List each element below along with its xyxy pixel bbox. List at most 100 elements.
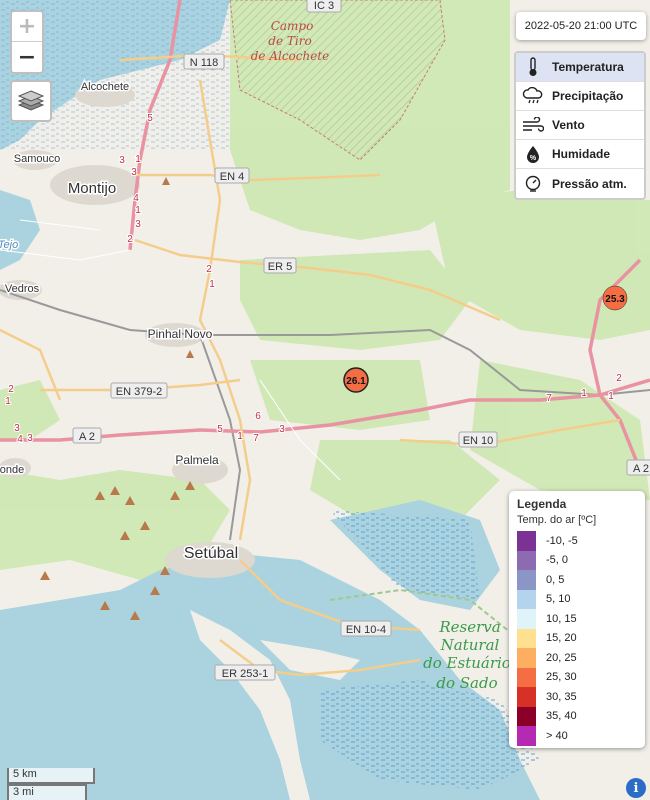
station-value: 26.1 [346, 376, 366, 387]
legend-swatch [517, 570, 536, 590]
road-number: 2 [616, 373, 622, 384]
road-shield-er5: ER 5 [263, 257, 297, 274]
road-number: 1 [5, 396, 11, 407]
reserve-label-line-4: do Sado [436, 674, 497, 692]
road-number: 7 [253, 433, 259, 444]
road-number: 3 [14, 423, 20, 434]
legend-swatch [517, 667, 536, 687]
layers-icon [17, 90, 45, 111]
road-shield-a2-west: A 2 [72, 427, 102, 444]
legend-label: -5, 0 [546, 554, 569, 567]
svg-text:ER 253-1: ER 253-1 [222, 668, 268, 680]
scale-mi: 3 mi [7, 784, 87, 800]
road-shield-n118: N 118 [183, 53, 225, 70]
road-number: 5 [147, 113, 153, 124]
humidity-drop-icon: % [522, 144, 544, 164]
road-shield-en10: EN 10 [458, 431, 498, 448]
legend-label: 10, 15 [546, 612, 577, 625]
legend-label: 20, 25 [546, 651, 577, 664]
svg-text:%: % [530, 155, 537, 162]
legend-swatch [517, 628, 536, 648]
legend-swatch [517, 531, 536, 551]
road-number: 4 [133, 193, 139, 204]
variable-label: Temperatura [552, 60, 624, 74]
station-marker[interactable]: 26.1 [343, 367, 369, 393]
place-label-pinhal-novo: Pinhal Novo [148, 327, 213, 341]
variable-vento[interactable]: Vento [516, 111, 644, 140]
legend-item: 30, 35 [517, 687, 637, 707]
road-number: 2 [206, 264, 212, 275]
road-number: 1 [209, 279, 215, 290]
svg-text:N 118: N 118 [190, 57, 219, 69]
legend-item: 10, 15 [517, 609, 637, 629]
legend-label: 30, 35 [546, 690, 577, 703]
legend-item: 35, 40 [517, 706, 637, 726]
legend-swatch [517, 609, 536, 629]
station-value: 25.3 [605, 294, 625, 305]
place-label-tejo: Tejo [0, 239, 18, 251]
variable-humidade[interactable]: % Humidade [516, 140, 644, 169]
road-number: 2 [8, 384, 14, 395]
road-shield-en4: EN 4 [214, 167, 250, 184]
legend-item: 25, 30 [517, 667, 637, 687]
road-number: 4 [17, 434, 23, 445]
legend-item: -10, -5 [517, 531, 637, 551]
legend-swatch [517, 726, 536, 746]
road-number: 3 [27, 433, 33, 444]
rain-cloud-icon [522, 86, 544, 106]
legend: Legenda Temp. do ar [ºC] -10, -5 -5, 0 0, … [509, 491, 645, 748]
variable-selector: Temperatura Precipitação Vento % Humidad… [514, 51, 646, 200]
road-shield-en10-4: EN 10-4 [340, 620, 392, 637]
layers-button[interactable] [10, 80, 52, 122]
military-label-line-2: de Tiro [268, 34, 311, 48]
info-icon[interactable]: i [626, 778, 646, 798]
road-number: 7 [546, 393, 552, 404]
thermometer-icon [522, 57, 544, 77]
scale-km: 5 km [7, 768, 95, 784]
legend-item: 0, 5 [517, 570, 637, 590]
legend-title: Legenda [517, 497, 567, 511]
legend-swatch [517, 687, 536, 707]
place-label-setubal: Setúbal [184, 545, 238, 562]
legend-label: 35, 40 [546, 710, 577, 723]
barometer-icon [522, 174, 544, 194]
svg-text:EN 379-2: EN 379-2 [116, 386, 162, 398]
legend-swatch [517, 648, 536, 668]
svg-text:EN 10-4: EN 10-4 [346, 624, 386, 636]
legend-swatch [517, 589, 536, 609]
legend-item: > 40 [517, 726, 637, 746]
svg-text:IC 3: IC 3 [314, 0, 334, 12]
road-shield-a2-east: A 2 [626, 459, 650, 476]
road-number: 1 [581, 388, 587, 399]
place-label-onde: onde [0, 464, 24, 476]
place-label-samouco: Samouco [14, 153, 60, 165]
variable-precipitacao[interactable]: Precipitação [516, 82, 644, 111]
legend-item: 5, 10 [517, 589, 637, 609]
legend-label: 25, 30 [546, 671, 577, 684]
military-label-line-3: de Alcochete [251, 49, 330, 63]
timestamp-display: 2022-05-20 21:00 UTC [516, 12, 646, 40]
wind-icon [522, 115, 544, 135]
station-marker[interactable]: 25.3 [602, 285, 628, 311]
road-number: 6 [255, 411, 261, 422]
zoom-out-button[interactable]: − [12, 42, 42, 72]
reserve-label-line-3: do Estuário [423, 654, 511, 672]
svg-text:EN 10: EN 10 [463, 435, 494, 447]
road-number: 3 [135, 219, 141, 230]
road-number: 1 [237, 431, 243, 442]
road-shield-ic3: IC 3 [306, 0, 342, 13]
road-shield-er253-1: ER 253-1 [214, 664, 276, 681]
variable-temperatura[interactable]: Temperatura [516, 53, 644, 82]
variable-pressao[interactable]: Pressão atm. [516, 169, 644, 198]
legend-swatch [517, 550, 536, 570]
variable-label: Precipitação [552, 89, 624, 103]
road-number: 1 [608, 391, 614, 402]
legend-item: 20, 25 [517, 648, 637, 668]
legend-subtitle: Temp. do ar [ºC] [517, 514, 597, 526]
zoom-control: + − [10, 10, 44, 74]
place-label-alcochete: Alcochete [81, 81, 129, 93]
variable-label: Humidade [552, 147, 611, 161]
zoom-in-button[interactable]: + [12, 12, 42, 42]
legend-item: 15, 20 [517, 628, 637, 648]
legend-label: 0, 5 [546, 573, 565, 586]
